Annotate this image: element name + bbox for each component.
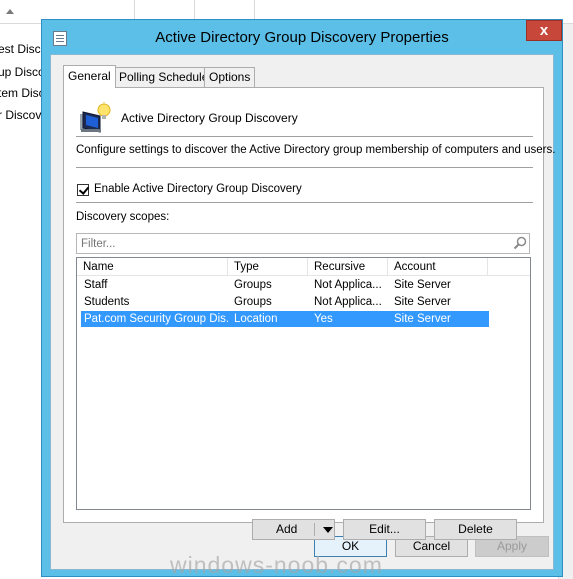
column-header-account[interactable]: Account [388, 258, 488, 276]
watermark-text: windows-noob.com [170, 552, 383, 578]
cell-account: Site Server [394, 296, 451, 308]
delete-button[interactable]: Delete [434, 519, 517, 540]
cell-name: Pat.com Security Group Dis... [84, 313, 228, 325]
tab-polling-schedule[interactable]: Polling Schedule [114, 67, 214, 87]
cell-recursive: Not Applica... [314, 296, 382, 308]
tab-general[interactable]: General [63, 65, 116, 88]
computer-discovery-icon [80, 102, 111, 133]
cell-recursive: Yes [314, 313, 333, 325]
tab-options[interactable]: Options [204, 67, 256, 87]
discovery-scopes-list[interactable]: Name Type Recursive Account Staff Groups… [76, 257, 531, 510]
cell-name: Students [84, 296, 130, 308]
description-text: Configure settings to discover the Activ… [76, 144, 556, 156]
cell-type: Groups [234, 296, 272, 308]
properties-dialog: Active Directory Group Discovery Propert… [41, 19, 563, 577]
discovery-heading: Active Directory Group Discovery [121, 111, 298, 125]
title-bar[interactable]: Active Directory Group Discovery Propert… [42, 20, 562, 54]
list-header: Name Type Recursive Account [77, 258, 530, 276]
column-header-name[interactable]: Name [77, 258, 228, 276]
table-row[interactable]: Students Groups Not Applica... Site Serv… [81, 294, 489, 310]
add-button-label: Add [276, 522, 298, 536]
enable-discovery-checkbox[interactable] [77, 184, 89, 196]
table-row-selected[interactable]: Pat.com Security Group Dis... Location Y… [81, 311, 489, 327]
add-split-button[interactable]: Add [252, 519, 335, 540]
cell-recursive: Not Applica... [314, 279, 382, 291]
dropdown-arrow-icon[interactable] [323, 527, 333, 533]
dialog-title: Active Directory Group Discovery Propert… [155, 29, 449, 46]
column-header-recursive[interactable]: Recursive [308, 258, 388, 276]
close-button[interactable]: x [526, 20, 562, 41]
enable-discovery-label[interactable]: Enable Active Directory Group Discovery [94, 183, 302, 195]
separator [76, 202, 533, 203]
separator [76, 136, 533, 137]
cell-type: Groups [234, 279, 272, 291]
separator [76, 167, 533, 168]
general-tab-panel: Active Directory Group Discovery Configu… [63, 87, 555, 540]
cell-account: Site Server [394, 313, 451, 325]
cell-account: Site Server [394, 279, 451, 291]
cell-type: Location [234, 313, 278, 325]
edit-button[interactable]: Edit... [343, 519, 426, 540]
split-divider [314, 523, 315, 536]
background-list-item[interactable]: r Discov [0, 108, 41, 122]
cell-name: Staff [84, 279, 108, 291]
background-list-item[interactable]: up Disco [0, 65, 45, 79]
filter-input[interactable] [76, 233, 530, 254]
column-header-type[interactable]: Type [228, 258, 308, 276]
sort-ascending-icon [6, 9, 14, 14]
table-row[interactable]: Staff Groups Not Applica... Site Server [81, 277, 489, 293]
dialog-client-area: General Polling Schedule Options Active … [50, 54, 555, 570]
search-icon[interactable] [513, 236, 527, 250]
discovery-scopes-label: Discovery scopes: [76, 211, 170, 223]
